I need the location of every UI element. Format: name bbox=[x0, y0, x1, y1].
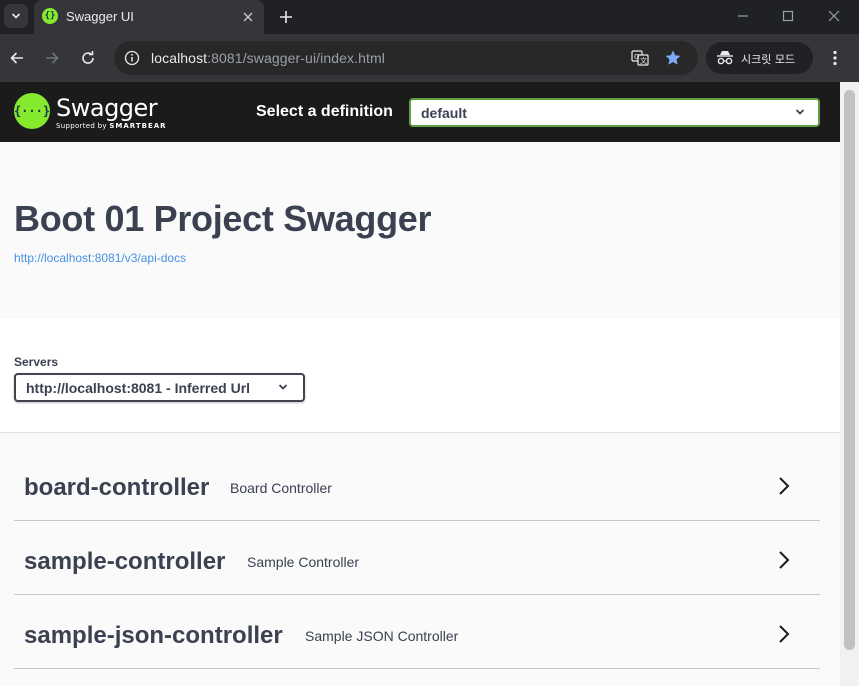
plus-icon bbox=[280, 11, 292, 23]
api-title: Boot 01 Project Swagger bbox=[14, 198, 432, 239]
tag-description: Sample Controller bbox=[247, 554, 360, 570]
tab-swagger-ui[interactable]: {} Swagger UI bbox=[34, 0, 264, 34]
arrow-left-icon bbox=[10, 52, 23, 64]
site-info-button[interactable] bbox=[122, 48, 142, 68]
translate-button[interactable]: G文 bbox=[630, 48, 650, 68]
swagger-logo-icon: {···} bbox=[14, 93, 50, 129]
minimize-icon bbox=[738, 15, 748, 17]
close-icon bbox=[828, 10, 840, 22]
reload-icon bbox=[82, 51, 94, 64]
swagger-topbar: {···} Swagger Supported by SMARTBEAR Sel… bbox=[0, 82, 840, 142]
browser-toolbar: localhost:8081/swagger-ui/index.html G文 … bbox=[0, 34, 859, 82]
tag-name: board-controller bbox=[24, 474, 210, 501]
definition-label: Select a definition bbox=[256, 103, 393, 120]
arrow-right-icon bbox=[46, 52, 59, 64]
url-host: localhost bbox=[151, 50, 208, 66]
chevron-right-icon[interactable] bbox=[776, 550, 792, 570]
new-tab-button[interactable] bbox=[274, 5, 298, 29]
close-icon bbox=[243, 12, 253, 22]
browser-tab-bar: {} Swagger UI bbox=[0, 0, 859, 34]
incognito-label: 시크릿 모드 bbox=[741, 53, 796, 66]
info-icon bbox=[124, 50, 140, 66]
chevron-down-icon bbox=[11, 13, 21, 19]
chevron-down-icon bbox=[277, 380, 289, 398]
tab-title: Swagger UI bbox=[66, 9, 134, 24]
tag-section-board-controller[interactable]: board-controller Board Controller bbox=[14, 447, 820, 521]
browser-menu-button[interactable] bbox=[825, 46, 845, 70]
star-icon bbox=[665, 50, 681, 65]
definition-select[interactable]: default bbox=[409, 98, 820, 127]
api-docs-link[interactable]: http://localhost:8081/v3/api-docs bbox=[14, 251, 186, 265]
svg-text:G: G bbox=[634, 53, 639, 61]
servers-section: Servers http://localhost:8081 - Inferred… bbox=[0, 318, 840, 432]
maximize-button[interactable] bbox=[773, 5, 803, 27]
url-path: :8081/swagger-ui/index.html bbox=[207, 50, 385, 66]
swagger-favicon-icon: {} bbox=[42, 8, 58, 24]
logo-sub-brand: SMARTBEAR bbox=[109, 122, 167, 130]
servers-selected-value: http://localhost:8081 - Inferred Url bbox=[26, 380, 251, 396]
chevron-down-icon bbox=[794, 105, 806, 123]
scrollbar-thumb[interactable] bbox=[844, 90, 855, 650]
tag-name: sample-controller bbox=[24, 548, 226, 575]
translate-icon: G文 bbox=[631, 50, 649, 66]
reload-button[interactable] bbox=[76, 46, 100, 70]
api-info: Boot 01 Project Swagger http://localhost… bbox=[0, 142, 840, 318]
url-text: localhost:8081/swagger-ui/index.html bbox=[151, 50, 385, 66]
forward-button[interactable] bbox=[40, 46, 64, 70]
address-bar[interactable]: localhost:8081/swagger-ui/index.html G文 bbox=[114, 41, 698, 75]
chevron-right-icon[interactable] bbox=[776, 476, 792, 496]
tag-section-sample-json-controller[interactable]: sample-json-controller Sample JSON Contr… bbox=[14, 595, 820, 669]
servers-label: Servers bbox=[14, 355, 59, 369]
page-scrollbar[interactable] bbox=[840, 82, 859, 686]
svg-text:文: 文 bbox=[640, 56, 647, 65]
close-tab-button[interactable] bbox=[238, 7, 258, 27]
bookmark-button[interactable] bbox=[663, 48, 683, 68]
incognito-badge[interactable]: 시크릿 모드 bbox=[706, 42, 813, 74]
tag-description: Board Controller bbox=[230, 480, 332, 496]
maximize-icon bbox=[782, 10, 794, 22]
tag-section-sample-controller[interactable]: sample-controller Sample Controller bbox=[14, 521, 820, 595]
swagger-logo-text: Swagger bbox=[56, 94, 158, 122]
incognito-icon bbox=[716, 50, 734, 69]
tag-name: sample-json-controller bbox=[24, 622, 283, 649]
close-window-button[interactable] bbox=[819, 5, 849, 27]
swagger-logo-subtitle: Supported by SMARTBEAR bbox=[56, 122, 167, 130]
tag-list: board-controller Board Controller sample… bbox=[0, 433, 840, 686]
tag-description: Sample JSON Controller bbox=[305, 628, 459, 644]
minimize-button[interactable] bbox=[728, 5, 758, 27]
kebab-menu-icon bbox=[833, 50, 837, 66]
definition-selected-value: default bbox=[421, 105, 467, 121]
servers-select[interactable]: http://localhost:8081 - Inferred Url bbox=[14, 373, 305, 402]
chevron-right-icon[interactable] bbox=[776, 624, 792, 644]
back-button[interactable] bbox=[5, 46, 29, 70]
tab-list-button[interactable] bbox=[4, 4, 28, 28]
logo-sub-prefix: Supported by bbox=[56, 122, 107, 130]
